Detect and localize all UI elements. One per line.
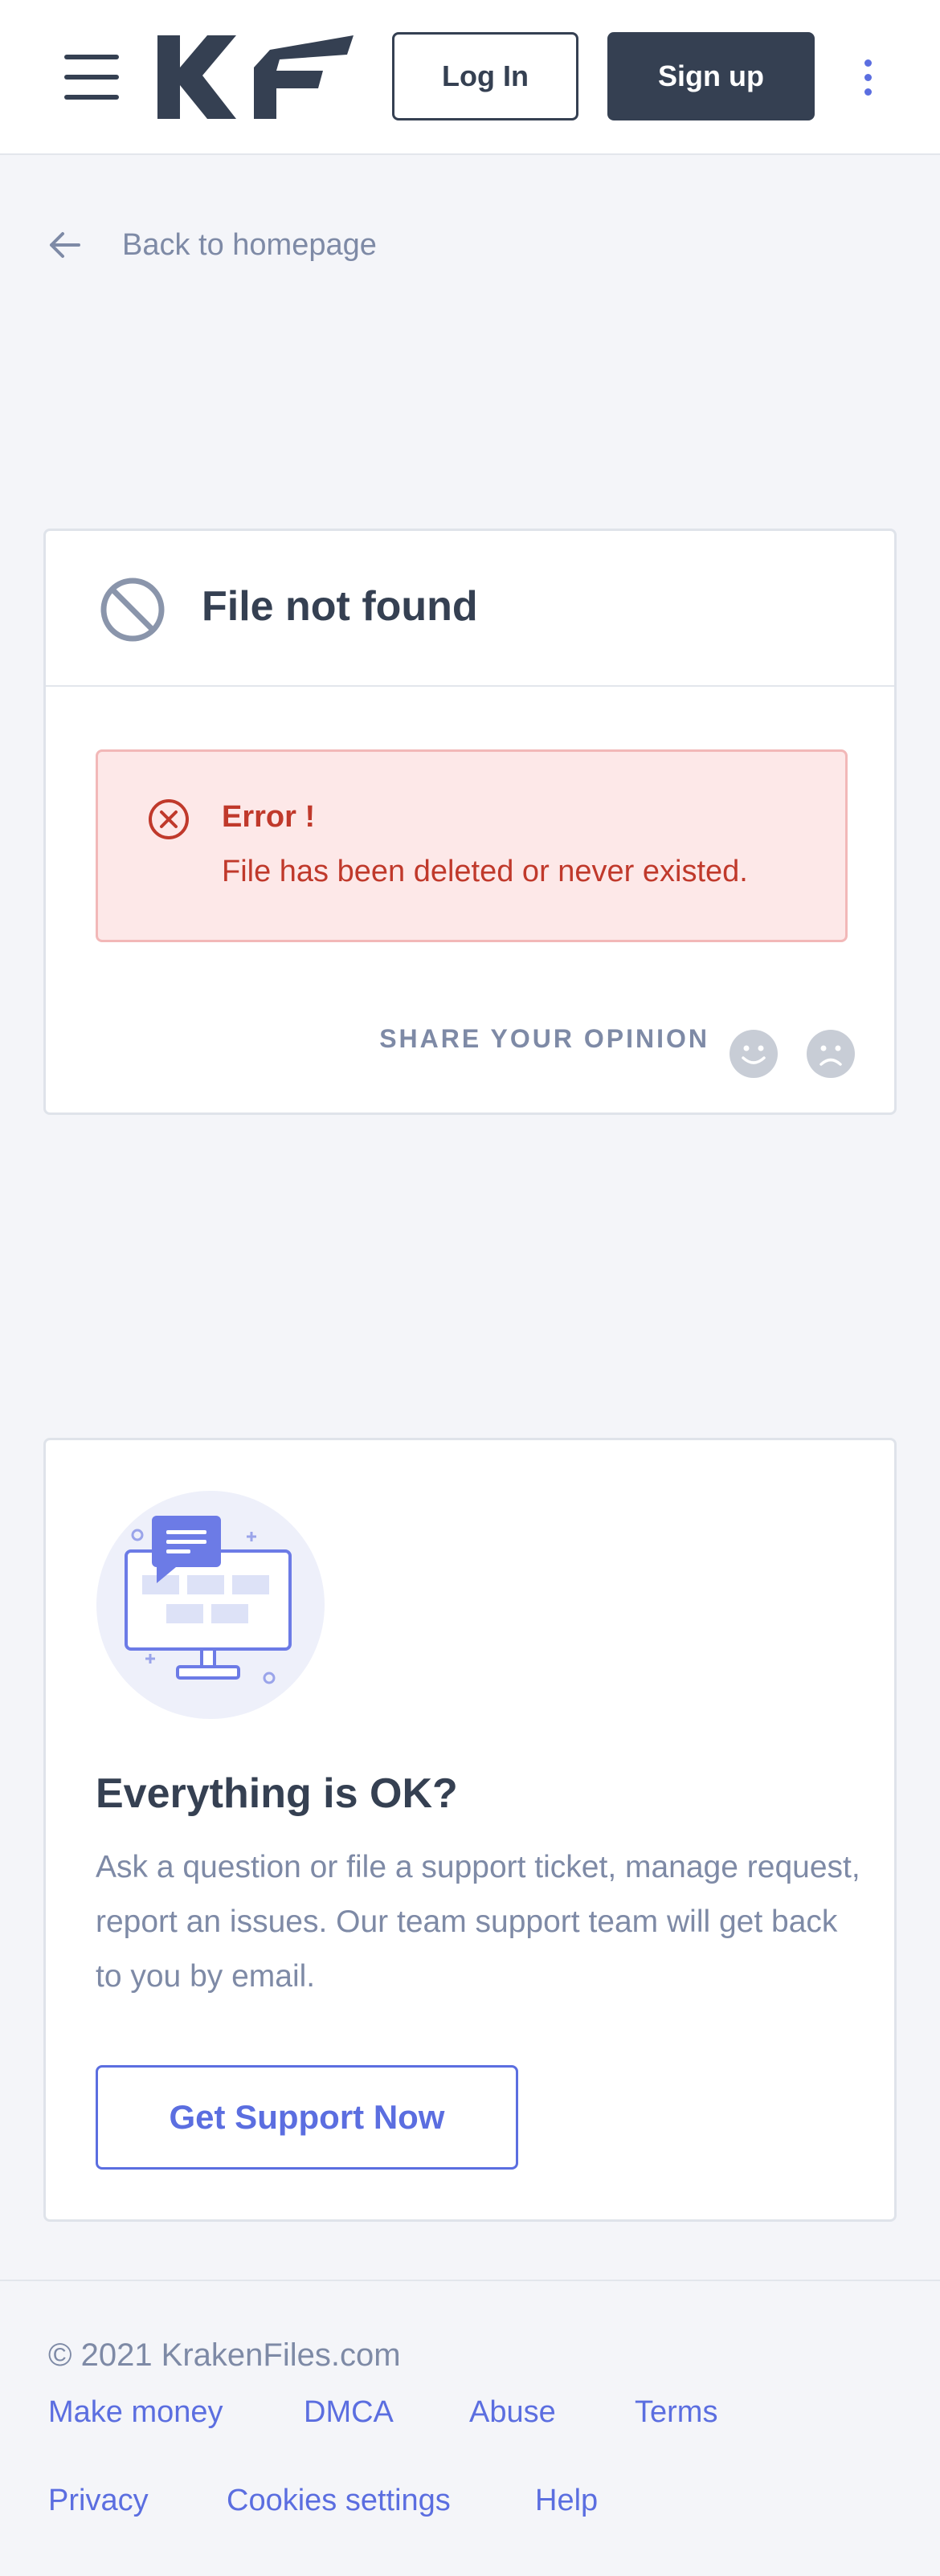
footer-link-abuse[interactable]: Abuse [469, 2395, 556, 2430]
x-circle-icon [149, 799, 189, 839]
top-header: Log In Sign up [0, 0, 940, 155]
file-not-found-card: File not found Error ! File has been del… [43, 529, 897, 1115]
footer-link-terms[interactable]: Terms [635, 2395, 717, 2430]
footer-link-cookies-settings[interactable]: Cookies settings [227, 2484, 451, 2518]
error-title: Error ! [222, 800, 316, 834]
card-title: File not found [202, 583, 478, 630]
back-to-homepage-link[interactable]: Back to homepage [47, 217, 377, 273]
support-card: Everything is OK? Ask a question or file… [43, 1438, 897, 2222]
error-alert: Error ! File has been deleted or never e… [96, 749, 848, 942]
footer-link-privacy[interactable]: Privacy [48, 2484, 149, 2518]
footer-copyright: © 2021 KrakenFiles.com [48, 2337, 401, 2373]
footer-link-help[interactable]: Help [535, 2484, 598, 2518]
support-description: Ask a question or file a support ticket,… [96, 1850, 860, 1994]
menu-icon[interactable] [64, 55, 119, 100]
arrow-left-icon [50, 232, 80, 258]
ban-icon [100, 578, 165, 642]
error-message: File has been deleted or never existed. [222, 855, 748, 888]
more-vertical-icon[interactable] [856, 59, 879, 96]
site-logo[interactable] [157, 35, 354, 119]
login-button[interactable]: Log In [392, 32, 578, 120]
frown-icon[interactable] [806, 1029, 856, 1079]
back-link-label: Back to homepage [122, 227, 377, 262]
footer-link-dmca[interactable]: DMCA [304, 2395, 394, 2430]
support-illustration [96, 1491, 325, 1719]
signup-button[interactable]: Sign up [607, 32, 815, 120]
get-support-button[interactable]: Get Support Now [96, 2065, 518, 2170]
footer-divider [0, 2280, 940, 2281]
share-opinion-label: SHARE YOUR OPINION [379, 1024, 709, 1053]
support-title: Everything is OK? [96, 1770, 458, 1817]
card-header: File not found [46, 531, 894, 687]
footer-link-make-money[interactable]: Make money [48, 2395, 223, 2430]
smile-icon[interactable] [729, 1029, 779, 1079]
